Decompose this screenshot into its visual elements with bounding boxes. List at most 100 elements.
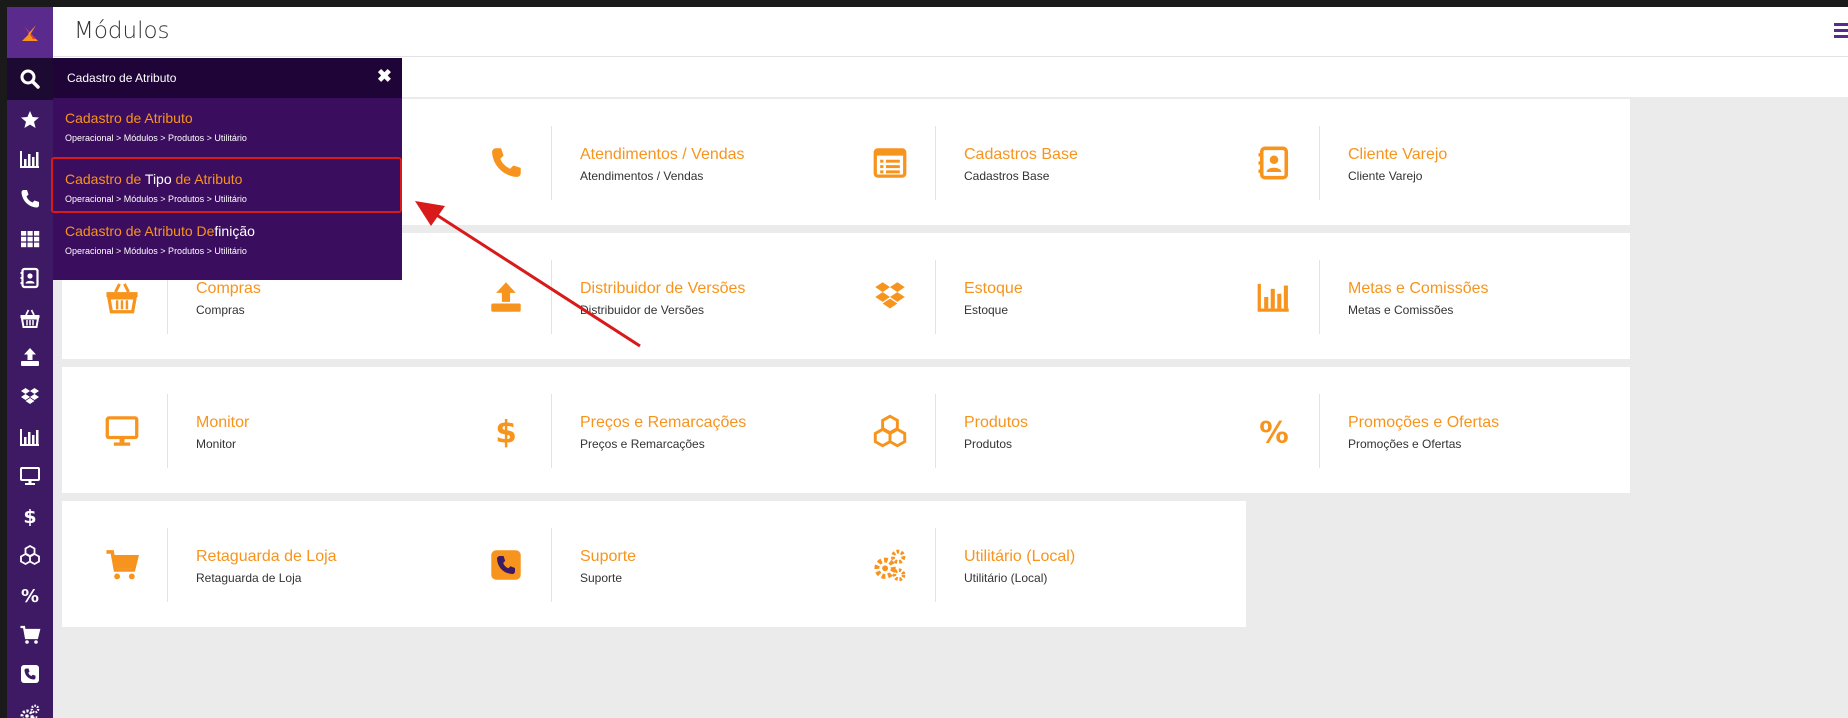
phone-icon — [21, 189, 39, 208]
module-card[interactable]: $ Preços e Remarcações Preços e Remarcaç… — [446, 367, 862, 493]
module-card[interactable]: Suporte Suporte — [446, 501, 862, 627]
sidebar-item-phone[interactable] — [7, 179, 53, 219]
module-card[interactable]: Cliente Varejo Cliente Varejo — [1214, 99, 1630, 225]
sidebar-item-contact-book[interactable] — [7, 258, 53, 298]
dropbox-icon — [21, 387, 39, 404]
dollar-icon: $ — [23, 506, 36, 527]
monitor-icon — [20, 467, 40, 486]
module-icon — [486, 143, 526, 183]
contact-book-icon — [1258, 146, 1289, 180]
module-title: Suporte — [580, 548, 637, 565]
sidebar-item-monitor[interactable] — [7, 456, 53, 496]
module-card[interactable]: Distribuidor de Versões Distribuidor de … — [446, 233, 862, 359]
app-logo[interactable] — [7, 7, 53, 58]
sidebar-item-cogs[interactable] — [7, 694, 53, 718]
search-icon — [20, 69, 40, 89]
close-icon[interactable]: ✖ — [377, 66, 392, 87]
search-result-matched-text: de Atributo — [171, 171, 243, 187]
sidebar-item-phone-square[interactable] — [7, 654, 53, 694]
sidebar-item-bar-chart[interactable] — [7, 140, 53, 180]
module-icon: % — [1254, 411, 1294, 451]
search-result-item[interactable]: Cadastro de Tipo de Atributo Operacional … — [51, 157, 402, 213]
basket-icon — [20, 309, 40, 328]
bar-chart-icon — [1257, 283, 1289, 312]
module-card[interactable]: % Promoções e Ofertas Promoções e Oferta… — [1214, 367, 1630, 493]
module-subtitle: Metas e Comissões — [1348, 303, 1454, 317]
sidebar-item-dollar[interactable]: $ — [7, 496, 53, 536]
percent-icon: % — [21, 586, 39, 606]
module-card[interactable]: Estoque Estoque — [830, 233, 1246, 359]
card-divider — [551, 260, 552, 334]
module-title: Utilitário (Local) — [964, 548, 1076, 565]
svg-text:$: $ — [23, 506, 36, 527]
page-title: Módulos — [74, 18, 170, 44]
module-subtitle: Atendimentos / Vendas — [580, 169, 704, 183]
phone-square-icon — [491, 550, 521, 580]
sidebar-item-percent[interactable]: % — [7, 575, 53, 615]
module-title: Compras — [196, 280, 261, 297]
hamburger-menu-icon[interactable] — [1834, 23, 1848, 41]
search-result-matched-text: Cadastro de Atributo De — [65, 223, 215, 239]
module-subtitle: Preços e Remarcações — [580, 437, 705, 451]
card-divider — [935, 260, 936, 334]
module-title: Distribuidor de Versões — [580, 280, 746, 297]
module-card[interactable]: Produtos Produtos — [830, 367, 1246, 493]
bar-chart-icon — [20, 428, 39, 446]
cart-icon — [106, 550, 140, 580]
sidebar-item-dropbox[interactable] — [7, 377, 53, 417]
search-result-item[interactable]: Cadastro de Atributo Operacional > Módulo… — [53, 98, 402, 154]
cogs-icon — [874, 549, 906, 582]
search-result-matched-text: Cadastro de — [65, 171, 145, 187]
module-card[interactable]: Cadastros Base Cadastros Base — [830, 99, 1246, 225]
sidebar-item-upload[interactable] — [7, 338, 53, 378]
sidebar-item-star[interactable] — [7, 100, 53, 140]
module-card[interactable]: Atendimentos / Vendas Atendimentos / Ven… — [446, 99, 862, 225]
card-divider — [551, 126, 552, 200]
contact-book-icon — [20, 268, 39, 289]
module-icon — [102, 545, 142, 585]
grid-icon — [21, 230, 40, 247]
search-result-path: Operacional > Módulos > Produtos > Utili… — [65, 133, 247, 143]
phone-square-icon — [21, 665, 39, 684]
dropbox-icon — [875, 282, 905, 309]
module-title: Cadastros Base — [964, 146, 1078, 163]
upload-icon — [491, 282, 521, 312]
cart-icon — [20, 625, 41, 644]
module-icon: $ — [486, 411, 526, 451]
module-card[interactable]: Monitor Monitor — [62, 367, 478, 493]
module-icon — [1254, 277, 1294, 317]
card-divider — [935, 126, 936, 200]
module-icon — [870, 143, 910, 183]
sidebar-item-bar-chart[interactable] — [7, 417, 53, 457]
module-title: Monitor — [196, 414, 250, 431]
search-result-item[interactable]: Cadastro de Atributo Definição Operaciona… — [53, 211, 402, 267]
search-result-unmatched-text: finição — [214, 223, 255, 239]
module-title: Produtos — [964, 414, 1029, 431]
search-result-path: Operacional > Módulos > Produtos > Utili… — [65, 246, 247, 256]
module-subtitle: Cliente Varejo — [1348, 169, 1423, 183]
module-card[interactable]: Utilitário (Local) Utilitário (Local) — [830, 501, 1246, 627]
module-subtitle: Estoque — [964, 303, 1009, 317]
sidebar-search[interactable] — [7, 58, 53, 100]
sidebar-item-basket[interactable] — [7, 298, 53, 338]
card-divider — [167, 394, 168, 468]
module-subtitle: Compras — [196, 303, 245, 317]
module-subtitle: Monitor — [196, 437, 237, 451]
module-icon — [870, 545, 910, 585]
module-subtitle: Retaguarda de Loja — [196, 571, 302, 585]
module-icon — [486, 277, 526, 317]
search-input[interactable]: Cadastro de Atributo ✖ — [53, 58, 402, 98]
basket-icon — [106, 283, 138, 314]
module-card[interactable]: Metas e Comissões Metas e Comissões — [1214, 233, 1630, 359]
module-card[interactable]: Retaguarda de Loja Retaguarda de Loja — [62, 501, 478, 627]
search-result-title: Cadastro de Tipo de Atributo — [65, 171, 242, 187]
sidebar-item-grid[interactable] — [7, 219, 53, 259]
dollar-icon: $ — [495, 414, 517, 449]
sidebar-item-cart[interactable] — [7, 615, 53, 655]
module-subtitle: Cadastros Base — [964, 169, 1050, 183]
module-icon — [102, 411, 142, 451]
module-subtitle: Promoções e Ofertas — [1348, 437, 1462, 451]
sidebar-item-cubes[interactable] — [7, 536, 53, 576]
module-icon — [1254, 143, 1294, 183]
module-title: Metas e Comissões — [1348, 280, 1489, 297]
